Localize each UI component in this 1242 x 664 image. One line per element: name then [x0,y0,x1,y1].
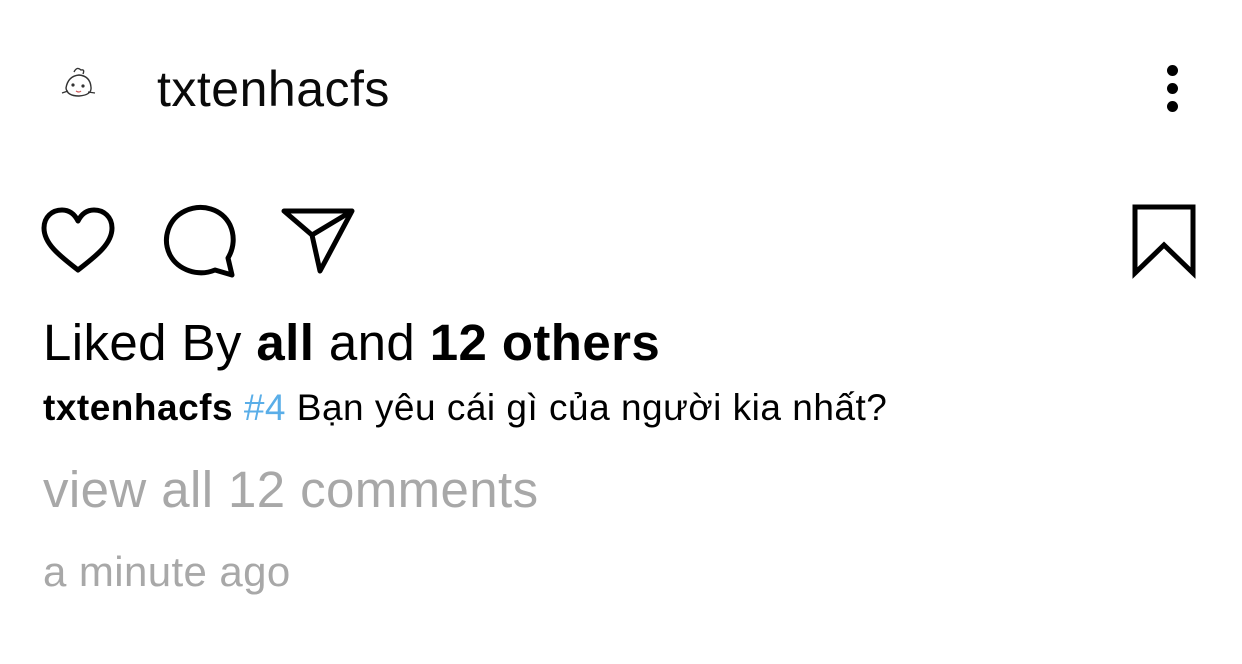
liked-by-name[interactable]: all [256,314,314,371]
comment-bubble-icon [164,205,236,278]
heart-icon [41,207,115,273]
comment-button[interactable] [160,203,238,279]
more-vertical-icon [1166,64,1178,76]
cartoon-avatar-icon [61,67,96,97]
post-username[interactable]: txtenhacfs [157,58,390,120]
likes-summary[interactable]: Liked By all and 12 others [43,312,660,374]
caption-text: Bạn yêu cái gì của người kia nhất? [286,387,888,428]
caption-username[interactable]: txtenhacfs [43,387,233,428]
more-options-button[interactable] [1150,60,1194,116]
likes-middle: and [314,314,430,371]
more-vertical-icon [1166,100,1178,112]
avatar[interactable] [52,58,104,110]
like-button[interactable] [40,206,116,276]
caption: txtenhacfs #4 Bạn yêu cái gì của người k… [43,384,887,432]
save-button[interactable] [1130,203,1198,279]
caption-hashtag[interactable]: #4 [244,387,286,428]
post-timestamp: a minute ago [43,548,291,595]
share-button[interactable] [280,205,356,275]
bookmark-icon [1132,204,1196,279]
likes-prefix: Liked By [43,314,257,371]
likes-others[interactable]: 12 others [430,314,660,371]
view-all-comments-link[interactable]: view all 12 comments [43,458,539,522]
more-vertical-icon [1166,82,1178,94]
paper-plane-icon [281,208,355,274]
post-header: txtenhacfs [0,0,1242,180]
